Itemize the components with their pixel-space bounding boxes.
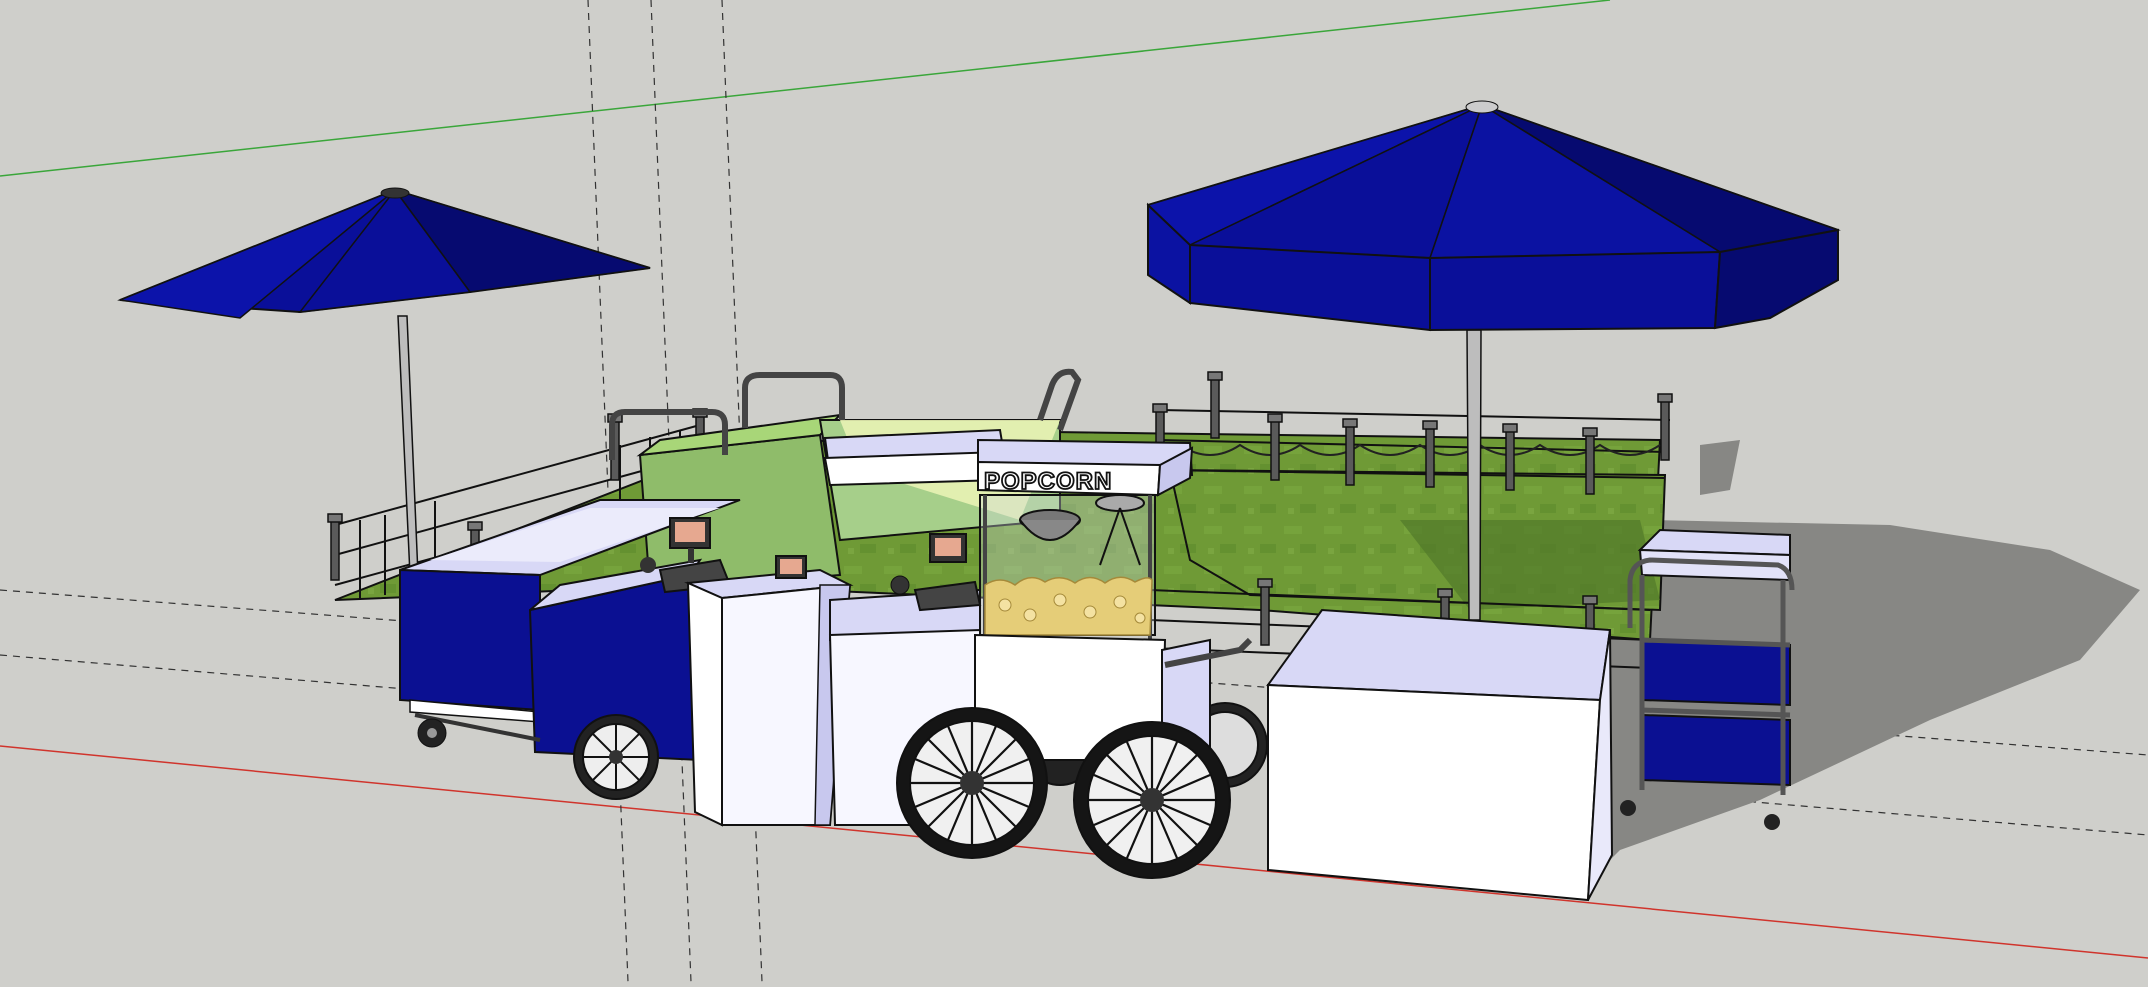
- sketchup-viewport[interactable]: POPCORN: [0, 0, 2148, 983]
- white-counter-box: [1266, 608, 1614, 902]
- model-canvas[interactable]: POPCORN: [0, 0, 2148, 983]
- wagon-wheel-icon: [1073, 721, 1231, 879]
- small-caster-wheel: [417, 718, 447, 748]
- wagon-wheel-icon: [573, 714, 659, 800]
- wagon-wheel-icon: [896, 707, 1048, 859]
- popcorn-sign: POPCORN: [984, 468, 1112, 495]
- white-pedestal: [684, 555, 854, 827]
- popcorn-glass-case: [979, 494, 1156, 640]
- umbrella-pole: [1466, 329, 1482, 621]
- left-blue-cart: [399, 499, 741, 800]
- cash-register-icon: [775, 555, 807, 579]
